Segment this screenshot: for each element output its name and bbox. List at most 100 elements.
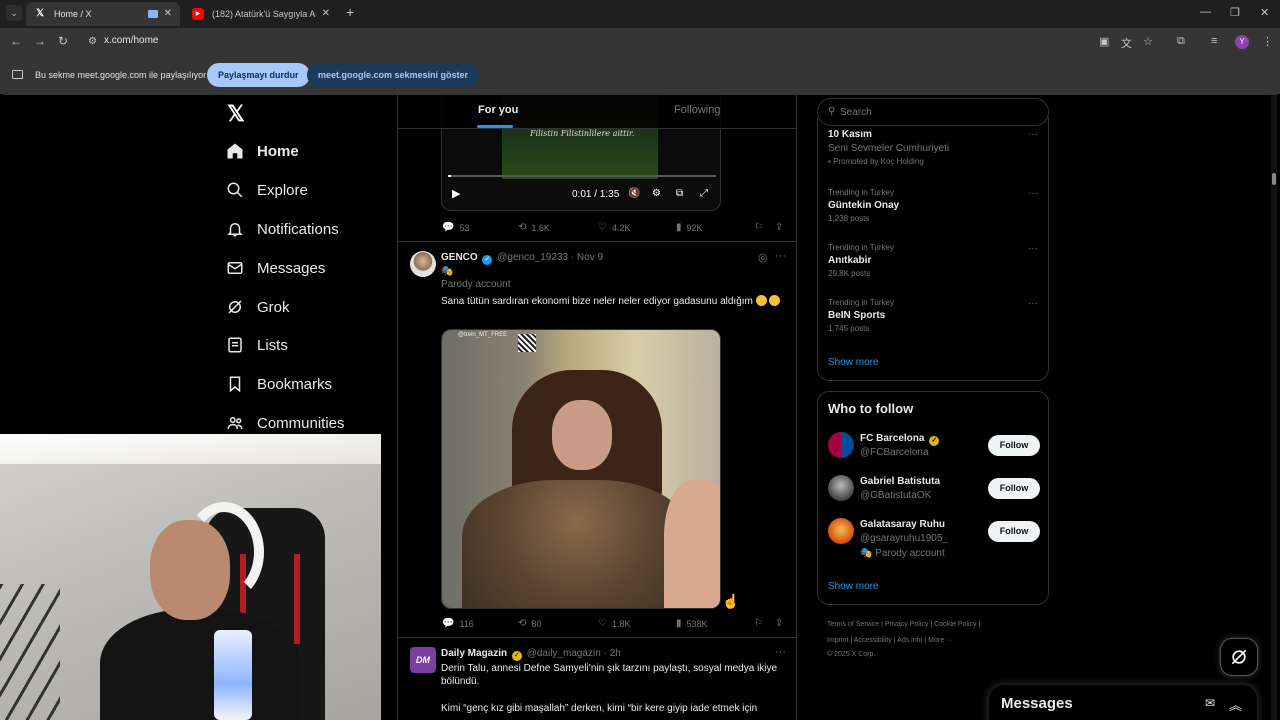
author-name[interactable]: GENCO — [441, 252, 478, 263]
browser-menu-icon[interactable]: ⋮ — [1262, 35, 1273, 48]
fullscreen-icon[interactable]: ⤢ — [700, 188, 708, 199]
laughing-emoji-icon — [755, 295, 767, 306]
profile-avatar[interactable]: Y — [1235, 35, 1249, 49]
like-button[interactable]: ♡ 1.8K — [598, 618, 630, 629]
play-icon[interactable]: ▶ — [452, 187, 460, 200]
reply-button[interactable]: 💬 53 — [442, 222, 469, 233]
stop-sharing-button[interactable]: Paylaşmayı durdur — [207, 63, 310, 87]
avatar[interactable] — [410, 251, 436, 277]
views-button[interactable]: ▮ 538K — [676, 618, 708, 629]
trend-item[interactable]: Trending in Turkey Anıtkabir 29.8K posts… — [828, 243, 1038, 278]
site-info-icon[interactable]: ⚙ — [88, 36, 97, 47]
post-text: Sana tütün sardıran ekonomi bize neler n… — [441, 295, 787, 308]
bookmark-button[interactable]: ⚐ — [754, 618, 768, 629]
show-meet-tab-button[interactable]: meet.google.com sekmesini göster — [307, 63, 480, 87]
pip-icon[interactable]: ⧉ — [676, 188, 683, 199]
more-options-icon[interactable]: ··· — [775, 646, 786, 658]
tab-search-button[interactable]: ⌄ — [6, 5, 22, 21]
author-handle[interactable]: @genco_19233 — [497, 252, 568, 263]
trend-item[interactable]: 10 Kasım Seni Sevmeler Cumhuriyeti ▪ Pro… — [828, 129, 1038, 166]
grok-post-icon[interactable]: ◎ — [758, 251, 768, 264]
restore-icon[interactable]: ❐ — [1230, 6, 1240, 19]
author-name[interactable]: Daily Magazin — [441, 648, 507, 659]
reply-button[interactable]: 💬 116 — [442, 618, 474, 629]
avatar[interactable] — [828, 518, 854, 544]
page-scrollbar[interactable] — [1271, 95, 1277, 720]
nav-home[interactable]: Home — [225, 136, 299, 166]
window-close-icon[interactable]: ✕ — [1260, 6, 1269, 19]
translate-icon[interactable]: 文 — [1121, 35, 1132, 51]
new-tab-button[interactable]: + — [346, 4, 354, 20]
more-options-icon[interactable]: ··· — [1028, 188, 1038, 199]
scrollbar-thumb[interactable] — [1272, 173, 1276, 185]
follow-show-more-link[interactable]: Show more — [828, 581, 879, 592]
address-bar[interactable]: ⚙ x.com/home — [80, 31, 1130, 53]
x-logo-icon[interactable]: 𝕏 — [227, 101, 245, 127]
tab-following[interactable]: Following — [674, 104, 720, 116]
mute-icon[interactable]: 🔇 — [628, 188, 640, 199]
tab-home-x[interactable]: 𝕏 Home / X ✕ — [26, 2, 180, 26]
grok-floating-button[interactable] — [1220, 638, 1258, 676]
nav-messages[interactable]: Messages — [225, 253, 325, 283]
minimize-icon[interactable]: — — [1200, 6, 1211, 18]
settings-gear-icon[interactable]: ⚙ — [652, 188, 661, 199]
nav-label: Bookmarks — [257, 375, 333, 393]
nav-label: Notifications — [257, 220, 339, 238]
video-progress-bar[interactable] — [448, 175, 716, 177]
more-options-icon[interactable]: ··· — [1028, 243, 1038, 254]
nav-bookmarks[interactable]: Bookmarks — [225, 369, 332, 399]
back-icon[interactable]: ← — [10, 34, 22, 48]
follow-button[interactable]: Follow — [988, 521, 1040, 542]
copyright-text: © 2025 X Corp. — [827, 651, 876, 658]
trend-item[interactable]: Trending in Turkey Güntekin Onay 1,238 p… — [828, 188, 1038, 223]
follow-suggestion[interactable]: Galatasaray Ruhu @gsarayruhu1905_ 🎭 Paro… — [828, 518, 1040, 566]
repost-button[interactable]: ⟲ 1.6K — [518, 222, 550, 233]
repost-button[interactable]: ⟲ 80 — [518, 618, 541, 629]
post-date[interactable]: Nov 9 — [577, 252, 603, 263]
share-button[interactable]: ⇪ — [775, 222, 788, 233]
tab-for-you[interactable]: For you — [478, 104, 518, 116]
footer-links-line1[interactable]: Terms of Service | Privacy Policy | Cook… — [827, 617, 1027, 633]
parody-label: 🎭 Parody account — [860, 548, 945, 559]
avatar[interactable] — [828, 475, 854, 501]
avatar[interactable] — [828, 432, 854, 458]
author-handle[interactable]: @daily_magazin — [527, 648, 601, 659]
follow-suggestion[interactable]: Gabriel Batistuta @GBatistutaOK Follow — [828, 475, 1040, 515]
like-button[interactable]: ♡ 4.2K — [598, 222, 630, 233]
tab-youtube[interactable]: ▶ (182) Atatürk'ü Saygıyla Anıyor ✕ — [184, 2, 338, 26]
nav-lists[interactable]: Lists — [225, 330, 288, 360]
follow-button[interactable]: Follow — [988, 435, 1040, 456]
follow-suggestion[interactable]: FC Barcelona ✓ @FCBarcelona Follow — [828, 432, 1040, 472]
more-options-icon[interactable]: ··· — [1028, 129, 1038, 140]
trend-context: Trending in Turkey — [828, 243, 894, 252]
close-tab-icon[interactable]: ✕ — [322, 2, 330, 26]
messages-drawer[interactable]: Messages ✉ ︽ — [989, 685, 1257, 720]
forward-icon[interactable]: → — [34, 34, 46, 48]
search-box[interactable]: ⚲ Search — [817, 98, 1049, 126]
new-message-icon[interactable]: ✉ — [1205, 696, 1215, 710]
post-date[interactable]: 2h — [610, 648, 621, 659]
nav-grok[interactable]: Grok — [225, 292, 290, 322]
follow-button[interactable]: Follow — [988, 478, 1040, 499]
extensions-icon[interactable]: ⧉ — [1177, 35, 1185, 48]
bookmark-star-icon[interactable]: ☆ — [1143, 35, 1153, 48]
reload-icon[interactable]: ↻ — [58, 34, 68, 48]
cast-icon[interactable]: ▣ — [1099, 35, 1109, 48]
reply-icon: 💬 — [442, 618, 455, 629]
avatar[interactable]: DM — [410, 647, 436, 673]
close-tab-icon[interactable]: ✕ — [164, 2, 172, 26]
nav-notifications[interactable]: Notifications — [225, 214, 339, 244]
expand-drawer-icon[interactable]: ︽ — [1229, 695, 1242, 714]
post-video[interactable]: @trein_MT_FREE — [441, 329, 721, 609]
share-button[interactable]: ⇪ — [775, 618, 788, 629]
bookmark-button[interactable]: ⚐ — [754, 222, 768, 233]
more-options-icon[interactable]: ··· — [1028, 298, 1038, 309]
media-icon[interactable]: ≡ — [1211, 35, 1217, 47]
nav-explore[interactable]: Explore — [225, 175, 308, 205]
more-options-icon[interactable]: ··· — [775, 250, 786, 262]
trends-show-more-link[interactable]: Show more — [828, 357, 879, 368]
verified-badge-icon: ✓ — [482, 255, 493, 265]
who-to-follow-title: Who to follow — [828, 401, 914, 416]
views-button[interactable]: ▮ 92K — [676, 222, 703, 233]
trend-item[interactable]: Trending in Turkey BeIN Sports 1,745 pos… — [828, 298, 1038, 333]
